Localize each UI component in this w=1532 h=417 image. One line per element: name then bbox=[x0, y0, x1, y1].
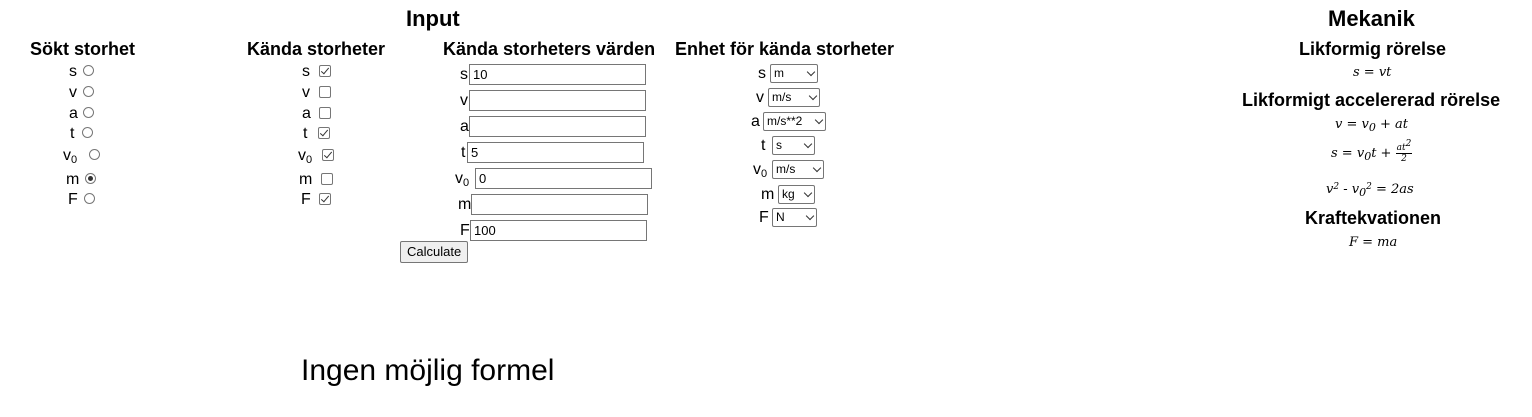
sought-radio-v0[interactable] bbox=[89, 149, 100, 160]
known-label-a: a bbox=[302, 105, 311, 122]
unit-select-v[interactable]: m/s bbox=[768, 88, 820, 107]
known-checkbox-a[interactable] bbox=[319, 107, 331, 119]
sought-label-F: F bbox=[68, 191, 78, 208]
unit-select-m[interactable]: kg bbox=[778, 185, 815, 204]
sought-radio-v[interactable] bbox=[83, 86, 94, 97]
chevron-down-icon bbox=[803, 188, 813, 198]
value-label-t: t bbox=[461, 144, 466, 161]
known-checkbox-F[interactable] bbox=[319, 193, 331, 205]
chevron-down-icon bbox=[808, 91, 818, 101]
unit-select-v0-value: m/s bbox=[776, 162, 796, 176]
known-label-m: m bbox=[299, 171, 313, 188]
known-label-t: t bbox=[303, 125, 308, 142]
unit-select-t[interactable]: s bbox=[772, 136, 815, 155]
known-checkbox-s[interactable] bbox=[319, 65, 331, 77]
sought-label-s: s bbox=[69, 63, 77, 80]
sought-label-v0: v0 bbox=[63, 147, 78, 166]
value-input-F[interactable] bbox=[470, 220, 647, 241]
sought-radio-m[interactable] bbox=[85, 173, 96, 184]
known-quantities-header: Kända storheter bbox=[247, 39, 386, 59]
calculate-button[interactable]: Calculate bbox=[400, 241, 469, 263]
value-input-a[interactable] bbox=[469, 116, 646, 137]
sought-quantity-header: Sökt storhet bbox=[30, 39, 136, 59]
chevron-down-icon bbox=[803, 139, 813, 149]
unit-select-s[interactable]: m bbox=[770, 64, 818, 83]
mechanics-title: Mekanik bbox=[1328, 6, 1415, 31]
unit-label-s: s bbox=[758, 65, 766, 82]
unit-select-s-value: m bbox=[774, 66, 784, 80]
sought-label-t: t bbox=[70, 125, 75, 142]
sought-label-a: a bbox=[69, 105, 78, 122]
value-label-v0: v0 bbox=[455, 170, 470, 189]
value-label-s: s bbox=[460, 66, 468, 83]
section-force-equation: Kraftekvationen bbox=[1305, 208, 1442, 228]
sought-radio-s[interactable] bbox=[83, 65, 94, 76]
known-checkbox-t[interactable] bbox=[318, 127, 330, 139]
value-label-F: F bbox=[460, 222, 470, 239]
formula-position: s = v0t + at2 2 bbox=[1331, 139, 1413, 164]
chevron-down-icon bbox=[805, 211, 815, 221]
known-checkbox-v[interactable] bbox=[319, 86, 331, 98]
unit-select-m-value: kg bbox=[782, 187, 795, 201]
formula-force: F = ma bbox=[1349, 235, 1398, 250]
value-input-t[interactable] bbox=[467, 142, 644, 163]
sought-radio-t[interactable] bbox=[82, 127, 93, 138]
sought-radio-a[interactable] bbox=[83, 107, 94, 118]
unit-label-F: F bbox=[759, 209, 769, 226]
input-title: Input bbox=[406, 6, 460, 31]
formula-uniform: s = vt bbox=[1353, 65, 1392, 80]
chevron-down-icon bbox=[812, 163, 822, 173]
formula-timeless: v2 - v02 = 2as bbox=[1326, 182, 1414, 199]
sought-label-m: m bbox=[66, 171, 80, 188]
result-message: Ingen möjlig formel bbox=[301, 354, 555, 387]
section-uniform-motion: Likformig rörelse bbox=[1299, 39, 1447, 59]
known-checkbox-m[interactable] bbox=[321, 173, 333, 185]
unit-select-F[interactable]: N bbox=[772, 208, 817, 227]
known-label-F: F bbox=[301, 191, 311, 208]
unit-select-a[interactable]: m/s**2 bbox=[763, 112, 826, 131]
unit-label-v: v bbox=[756, 89, 764, 106]
unit-select-v0[interactable]: m/s bbox=[772, 160, 824, 179]
value-input-m[interactable] bbox=[471, 194, 648, 215]
formula-velocity: v = v0 + at bbox=[1335, 117, 1408, 134]
value-label-a: a bbox=[460, 118, 469, 135]
sought-label-v: v bbox=[69, 84, 77, 101]
unit-label-v0: v0 bbox=[753, 161, 768, 180]
value-label-v: v bbox=[460, 92, 468, 109]
known-values-header: Kända storheters värden bbox=[443, 39, 656, 59]
unit-label-a: a bbox=[751, 113, 760, 130]
known-checkbox-v0[interactable] bbox=[322, 149, 334, 161]
unit-label-t: t bbox=[761, 137, 766, 154]
known-units-header: Enhet för kända storheter bbox=[675, 39, 895, 59]
unit-select-v-value: m/s bbox=[772, 90, 792, 104]
value-input-s[interactable] bbox=[469, 64, 646, 85]
unit-select-F-value: N bbox=[776, 210, 785, 224]
sought-radio-F[interactable] bbox=[84, 193, 95, 204]
section-accelerated-motion: Likformigt accelererad rörelse bbox=[1242, 90, 1501, 110]
known-label-v0: v0 bbox=[298, 147, 313, 166]
unit-select-a-value: m/s**2 bbox=[767, 114, 803, 128]
known-label-v: v bbox=[302, 84, 310, 101]
value-input-v[interactable] bbox=[469, 90, 646, 111]
value-input-v0[interactable] bbox=[475, 168, 652, 189]
unit-select-t-value: s bbox=[776, 138, 782, 152]
unit-label-m: m bbox=[761, 186, 775, 203]
chevron-down-icon bbox=[806, 67, 816, 77]
value-label-m: m bbox=[458, 196, 472, 213]
known-label-s: s bbox=[302, 63, 310, 80]
chevron-down-icon bbox=[814, 115, 824, 125]
